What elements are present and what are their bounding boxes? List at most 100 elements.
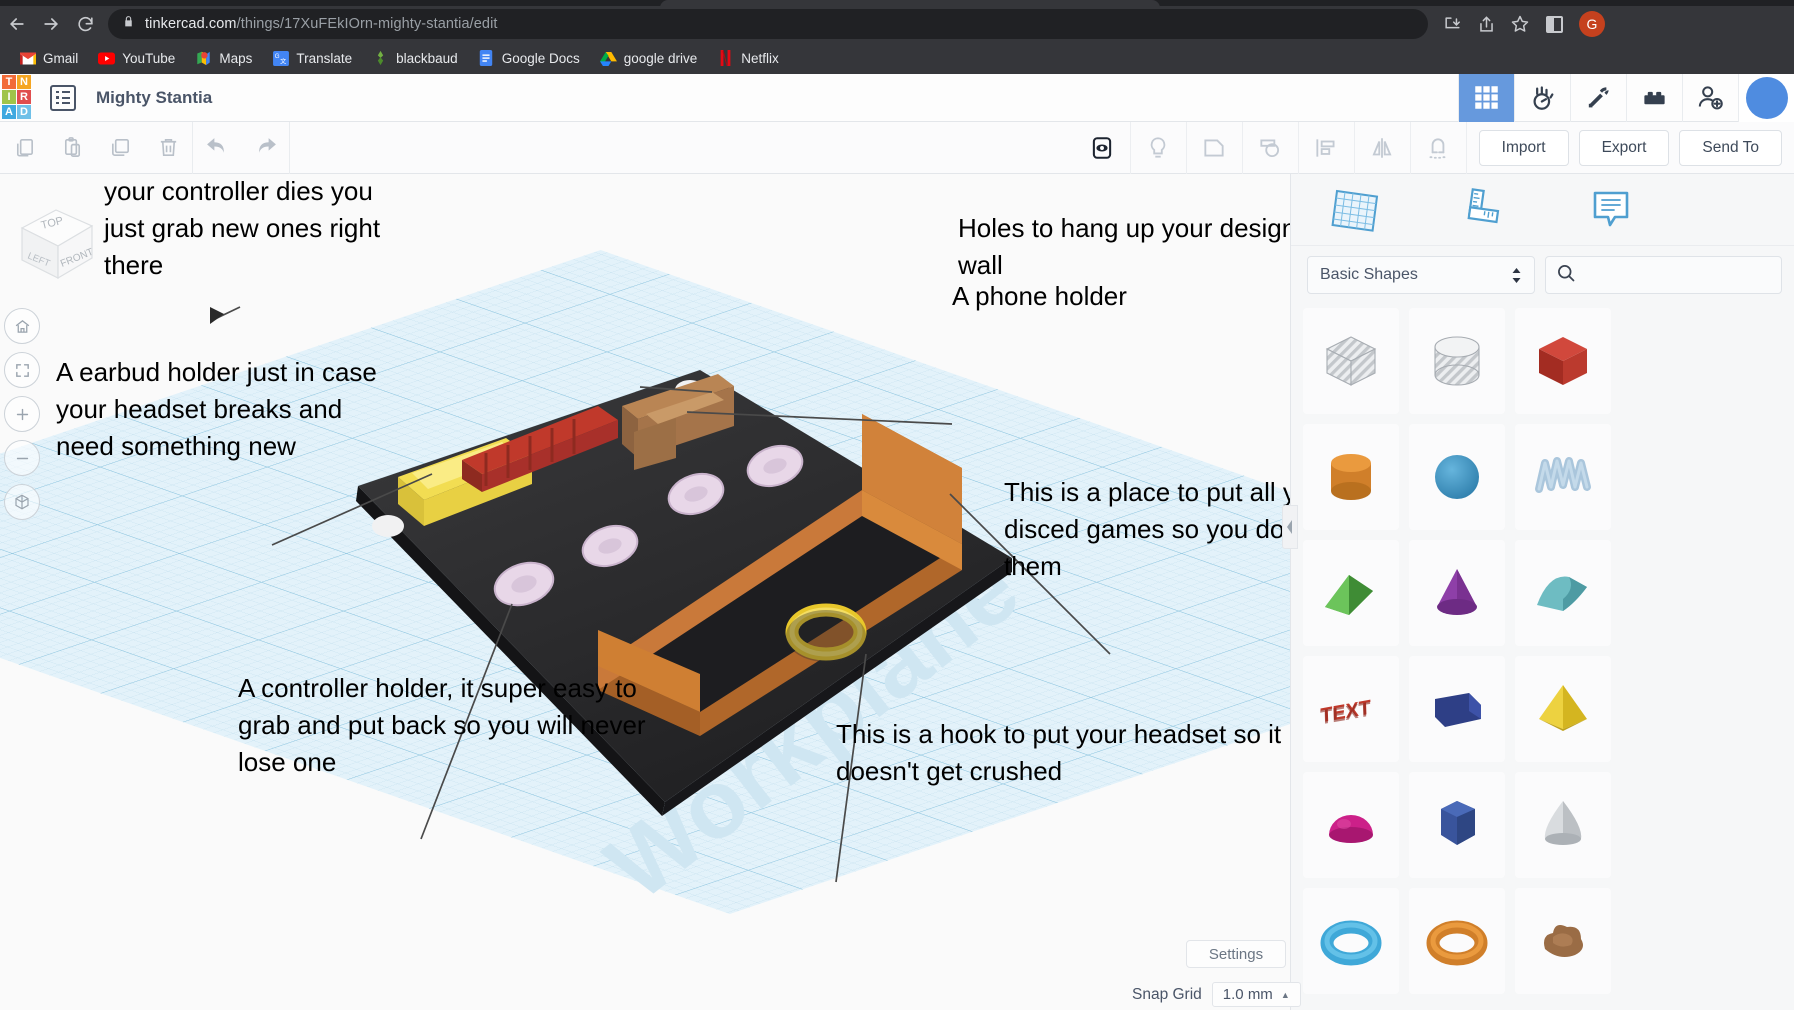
note-comment-icon	[1593, 191, 1629, 226]
shape-cone-purple[interactable]	[1409, 540, 1505, 646]
group-icon[interactable]	[1187, 121, 1243, 174]
bookmark-label: blackbaud	[396, 50, 458, 66]
notes-tab[interactable]	[1547, 187, 1675, 233]
back-arrow-icon[interactable]	[0, 9, 34, 39]
bookmark-label: Google Docs	[501, 50, 580, 66]
share-icon[interactable]	[1470, 9, 1502, 39]
search-input[interactable]	[1545, 256, 1782, 294]
shape-scribble-wall[interactable]	[1515, 424, 1611, 530]
bookmark-maps[interactable]: Maps	[186, 46, 261, 71]
blocks-button[interactable]	[1514, 73, 1570, 122]
show-hide-icon[interactable]	[1075, 121, 1131, 174]
annotation-battery-holder: Battery holder so when your controller d…	[104, 175, 381, 280]
lock-icon	[122, 15, 135, 33]
duplicate-icon[interactable]	[96, 122, 144, 174]
shape-polygon-box-blue[interactable]	[1409, 656, 1505, 762]
delete-icon[interactable]	[144, 122, 192, 174]
shape-wedge-green[interactable]	[1303, 540, 1399, 646]
google-docs-icon	[478, 50, 495, 67]
fit-view-button[interactable]	[4, 352, 40, 388]
paste-icon[interactable]	[48, 122, 96, 174]
copy-icon[interactable]	[0, 122, 48, 174]
panel-tabs	[1291, 174, 1794, 246]
shape-category-label: Basic Shapes	[1320, 266, 1418, 283]
bricks-button[interactable]	[1626, 73, 1682, 122]
profile-avatar[interactable]: G	[1579, 11, 1605, 37]
ungroup-icon[interactable]	[1243, 121, 1299, 174]
3d-canvas[interactable]: Workplane TOP LEFT FRONT your controller…	[0, 174, 1290, 1010]
zoom-out-button[interactable]	[4, 440, 40, 476]
undo-icon[interactable]	[193, 122, 241, 174]
avatar[interactable]	[1738, 73, 1794, 122]
star-icon[interactable]	[1504, 9, 1536, 39]
bookmark-blackbaud[interactable]: blackbaud	[363, 46, 467, 71]
align-icon[interactable]	[1299, 121, 1355, 174]
hexagonal-prism-icon	[1441, 801, 1475, 845]
box-icon	[1539, 337, 1587, 385]
translate-icon: G文	[272, 50, 289, 67]
shape-cylinder-orange[interactable]	[1303, 424, 1399, 530]
send-to-button[interactable]: Send To	[1679, 129, 1782, 166]
shape-category-dropdown[interactable]: Basic Shapes	[1307, 256, 1535, 294]
shape-box-red[interactable]	[1515, 308, 1611, 414]
browser-actions: G	[1436, 9, 1615, 39]
settings-button[interactable]: Settings	[1186, 940, 1286, 968]
forward-arrow-icon[interactable]	[34, 9, 68, 39]
zoom-in-button[interactable]	[4, 396, 40, 432]
mirror-icon[interactable]	[1355, 121, 1411, 174]
browser-nav-bar: tinkercad.com/things/17XuFEkIOrn-mighty-…	[0, 6, 1794, 42]
logo-cell: T	[2, 75, 16, 89]
bookmark-gmail[interactable]: Gmail	[10, 46, 87, 71]
shape-hex-prism-blue[interactable]	[1409, 772, 1505, 878]
address-bar[interactable]: tinkercad.com/things/17XuFEkIOrn-mighty-…	[108, 9, 1428, 39]
shape-paraboloid-white[interactable]	[1515, 772, 1611, 878]
import-button[interactable]: Import	[1478, 129, 1569, 166]
magnet-icon[interactable]	[1411, 121, 1467, 174]
cylinder-icon	[1331, 454, 1371, 500]
file-actions: Import Export Send To	[1467, 122, 1794, 174]
cone-icon	[1437, 569, 1477, 615]
design-list-icon[interactable]	[50, 84, 76, 111]
annotation-earbud-holder: A earbud holder just in case your headse…	[56, 357, 377, 461]
shape-dome-magenta[interactable]	[1303, 772, 1399, 878]
side-panel-icon[interactable]	[1538, 9, 1570, 39]
search-icon	[1556, 263, 1576, 288]
redo-icon[interactable]	[241, 122, 289, 174]
shape-roof-teal[interactable]	[1515, 540, 1611, 646]
export-button[interactable]: Export	[1578, 129, 1670, 166]
workplane-tab[interactable]	[1291, 187, 1419, 233]
add-person-icon[interactable]	[1682, 73, 1738, 122]
bookmark-translate[interactable]: G文 Translate	[263, 46, 361, 71]
gmail-icon	[19, 50, 36, 67]
home-view-button[interactable]	[4, 308, 40, 344]
scribble-wall-icon	[1535, 457, 1591, 493]
panel-collapse-handle[interactable]	[1282, 505, 1298, 549]
bookmark-label: google drive	[623, 50, 698, 66]
logo-cell: N	[17, 75, 31, 89]
logo-cell: I	[2, 90, 16, 104]
snap-grid-dropdown[interactable]: 1.0 mm ▲	[1211, 982, 1301, 1007]
ortho-perspective-button[interactable]	[4, 484, 40, 520]
bookmark-google-docs[interactable]: Google Docs	[469, 46, 589, 71]
svg-text:G: G	[275, 53, 280, 60]
tinkercad-logo[interactable]: T N I R A D	[2, 75, 34, 119]
light-bulb-icon[interactable]	[1131, 121, 1187, 174]
ruler-tab[interactable]	[1419, 187, 1547, 233]
minecraft-button[interactable]	[1570, 73, 1626, 122]
bookmark-netflix[interactable]: Netflix	[708, 46, 788, 71]
shape-pyramid-yellow[interactable]	[1515, 656, 1611, 762]
bookmark-youtube[interactable]: YouTube	[89, 46, 184, 71]
install-app-icon[interactable]	[1436, 9, 1468, 39]
shape-box-hole[interactable]	[1303, 308, 1399, 414]
grid-view-button[interactable]	[1458, 73, 1514, 122]
youtube-icon	[98, 50, 116, 67]
bookmark-label: Netflix	[741, 50, 779, 66]
canvas-footer: Settings Snap Grid 1.0 mm ▲	[1100, 940, 1790, 1010]
bookmark-google-drive[interactable]: google drive	[591, 46, 707, 71]
shape-cylinder-hole[interactable]	[1409, 308, 1505, 414]
reload-icon[interactable]	[68, 9, 102, 39]
shape-sphere-blue[interactable]	[1409, 424, 1505, 530]
view-cube[interactable]: TOP LEFT FRONT	[8, 196, 104, 292]
annotation-disc-games: This is a place to put all your disced g…	[1004, 477, 1290, 581]
shape-text-red[interactable]: TEXT TEXT	[1303, 656, 1399, 762]
